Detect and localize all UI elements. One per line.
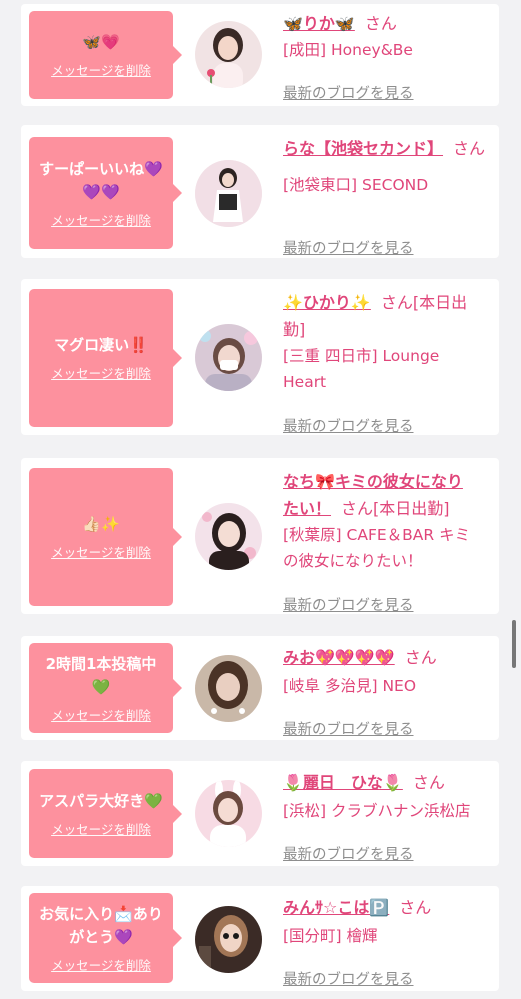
message-card: お気に入り📩あり がとう💜 メッセージを削除 みんｻ☆こは🅿️ さん [国分町] …: [21, 886, 499, 991]
latest-blog-link[interactable]: 最新のブログを見る: [283, 968, 414, 989]
avatar[interactable]: [195, 21, 262, 88]
cast-name-link[interactable]: みお💖💖💖💖: [283, 648, 395, 667]
message-text: 🦋💗: [82, 33, 120, 51]
cast-info: らな【池袋セカンド】 さん [池袋東口] SECOND 最新のブログを見る: [283, 135, 493, 257]
honorific: さん: [364, 14, 397, 33]
avatar[interactable]: [195, 780, 262, 847]
message-bubble: アスパラ大好き💚 メッセージを削除: [29, 769, 182, 858]
latest-blog-link[interactable]: 最新のブログを見る: [283, 843, 414, 864]
cast-name-link[interactable]: ✨ひかり✨: [283, 293, 371, 312]
message-bubble: 2時間1本投稿中 💚 メッセージを削除: [29, 643, 182, 733]
message-bubble: お気に入り📩あり がとう💜 メッセージを削除: [29, 893, 182, 983]
message-bubble: マグロ凄い‼️ メッセージを削除: [29, 289, 182, 427]
latest-blog-link[interactable]: 最新のブログを見る: [283, 594, 414, 615]
shop-label: [岐阜 多治見] NEO: [283, 677, 417, 695]
avatar-photo: [195, 324, 262, 391]
delete-message-link[interactable]: メッセージを削除: [51, 363, 151, 382]
delete-message-link[interactable]: メッセージを削除: [51, 819, 151, 838]
cast-name-link[interactable]: 🦋りか🦋: [283, 14, 355, 33]
message-card: 👍🏻✨ メッセージを削除 なち🎀キミの彼女になり たい！ さん[本日出勤] [秋葉…: [21, 458, 499, 614]
delete-message-link[interactable]: メッセージを削除: [51, 542, 151, 561]
honorific: さん: [404, 648, 437, 667]
cast-info: なち🎀キミの彼女になり たい！ さん[本日出勤] [秋葉原] CAFE＆BAR キ…: [283, 468, 493, 614]
honorific: さん: [399, 898, 432, 917]
honorific: さん: [412, 773, 445, 792]
message-text: アスパラ大好き💚: [39, 791, 163, 810]
honorific: さん[本日出: [380, 293, 468, 312]
honorific: さん: [453, 139, 486, 158]
cast-name-link[interactable]: なち🎀キミの彼女になり: [283, 472, 463, 491]
message-card: マグロ凄い‼️ メッセージを削除 ✨ひかり✨ さん[本日出 勤] [三重 四日市]…: [21, 279, 499, 435]
avatar-photo: [195, 655, 262, 722]
shop-label: [成田] Honey&Be: [283, 41, 413, 59]
message-text: お気に入り📩あり がとう💜: [39, 904, 163, 946]
delete-message-link[interactable]: メッセージを削除: [51, 210, 151, 229]
cast-name-link[interactable]: みんｻ☆こは🅿️: [283, 898, 389, 917]
honorific: さん[本日出勤]: [341, 499, 450, 518]
avatar-photo: [195, 780, 262, 847]
shop-label: [池袋東口] SECOND: [283, 176, 429, 194]
honorific-cont: 勤]: [283, 320, 306, 339]
avatar[interactable]: [195, 655, 262, 722]
message-text: 👍🏻✨: [82, 515, 120, 533]
avatar-photo: [195, 906, 262, 973]
shop-label: [浜松] クラブハナン浜松店: [283, 802, 471, 820]
shop-label: [国分町] 檜輝: [283, 927, 378, 945]
latest-blog-link[interactable]: 最新のブログを見る: [283, 237, 414, 258]
avatar-photo: [195, 160, 262, 227]
delete-message-link[interactable]: メッセージを削除: [51, 60, 151, 79]
message-text: 2時間1本投稿中 💚: [45, 654, 157, 696]
shop-label-cont: の彼女になりたい！: [283, 552, 423, 570]
message-card: 2時間1本投稿中 💚 メッセージを削除 みお💖💖💖💖 さん [岐阜 多治見] NE…: [21, 636, 499, 740]
message-bubble: すーぱーいいね💜 💜💜 メッセージを削除: [29, 137, 182, 249]
cast-info: みんｻ☆こは🅿️ さん [国分町] 檜輝 最新のブログを見る: [283, 894, 493, 988]
cast-info: 🌷麗日 ひな🌷 さん [浜松] クラブハナン浜松店 最新のブログを見る: [283, 769, 493, 863]
message-card: 🦋💗 メッセージを削除 🦋りか🦋 さん [成田] Honey&Be 最新のブログを…: [21, 4, 499, 106]
shop-label: [三重 四日市] Lounge: [283, 347, 440, 365]
shop-label-cont: Heart: [283, 373, 327, 391]
message-bubble: 👍🏻✨ メッセージを削除: [29, 468, 182, 606]
cast-name-link[interactable]: らな【池袋セカンド】: [283, 139, 443, 158]
avatar[interactable]: [195, 324, 262, 391]
delete-message-link[interactable]: メッセージを削除: [51, 955, 151, 974]
message-text: すーぱーいいね💜 💜💜: [39, 159, 163, 201]
avatar-photo: [195, 21, 262, 88]
avatar-photo: [195, 503, 262, 570]
cast-info: 🦋りか🦋 さん [成田] Honey&Be 最新のブログを見る: [283, 10, 493, 102]
shop-label: [秋葉原] CAFE＆BAR キミ: [283, 526, 471, 544]
latest-blog-link[interactable]: 最新のブログを見る: [283, 82, 414, 103]
cast-name-link[interactable]: 🌷麗日 ひな🌷: [283, 773, 403, 792]
message-card: アスパラ大好き💚 メッセージを削除 🌷麗日 ひな🌷 さん [浜松] クラブハナン浜…: [21, 761, 499, 866]
cast-name-link-cont[interactable]: たい！: [283, 499, 331, 518]
cast-info: ✨ひかり✨ さん[本日出 勤] [三重 四日市] Lounge Heart 最新の…: [283, 289, 493, 435]
latest-blog-link[interactable]: 最新のブログを見る: [283, 718, 414, 739]
cast-info: みお💖💖💖💖 さん [岐阜 多治見] NEO 最新のブログを見る: [283, 644, 493, 738]
message-card: すーぱーいいね💜 💜💜 メッセージを削除 らな【池袋セカンド】 さん [池袋東口]…: [21, 125, 499, 258]
message-bubble: 🦋💗 メッセージを削除: [29, 11, 182, 99]
delete-message-link[interactable]: メッセージを削除: [51, 705, 151, 724]
avatar[interactable]: [195, 906, 262, 973]
avatar[interactable]: [195, 503, 262, 570]
scrollbar[interactable]: [512, 620, 516, 668]
latest-blog-link[interactable]: 最新のブログを見る: [283, 415, 414, 436]
message-text: マグロ凄い‼️: [54, 336, 148, 354]
avatar[interactable]: [195, 160, 262, 227]
